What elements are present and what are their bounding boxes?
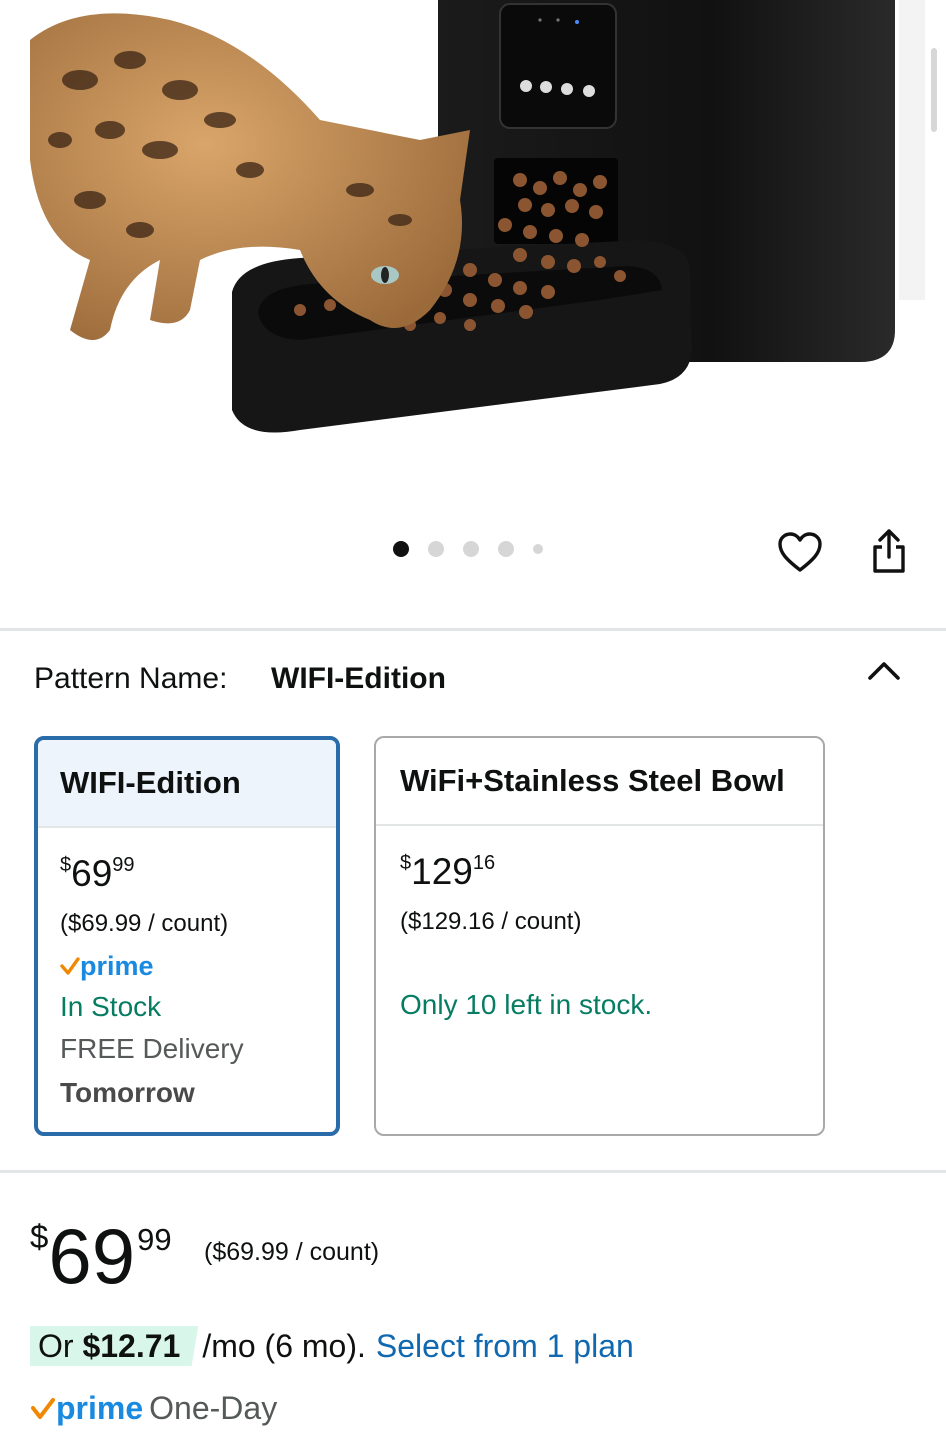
chevron-up-icon[interactable]: [866, 656, 902, 686]
monthly-amount-highlight: Or $12.71: [30, 1326, 199, 1366]
heart-icon[interactable]: [776, 528, 824, 576]
product-image[interactable]: [0, 0, 946, 520]
prime-one-day: prime One-Day: [30, 1386, 277, 1430]
option-title: WIFI-Edition: [38, 740, 336, 828]
carousel-dot-2[interactable]: [428, 541, 444, 557]
carousel-dot-5[interactable]: [533, 544, 543, 554]
prime-check-icon: [60, 957, 80, 975]
delivery-info: FREE Delivery: [60, 1033, 244, 1064]
carousel-dot-1[interactable]: [393, 541, 409, 557]
delivery-day: Tomorrow: [60, 1077, 195, 1108]
option-price: $69 99: [60, 853, 135, 894]
scrollbar[interactable]: [931, 48, 937, 132]
prime-badge: prime: [60, 946, 336, 986]
pattern-name-value: WIFI-Edition: [271, 662, 446, 695]
financing-term: /mo (6 mo).: [202, 1327, 366, 1364]
pattern-name-label: Pattern Name:: [34, 662, 228, 695]
option-card-wifi-edition[interactable]: WIFI-Edition $69 99 ($69.99 / count) prim…: [34, 736, 340, 1136]
stock-status: In Stock: [60, 991, 162, 1022]
option-unit-price: ($69.99 / count): [60, 910, 229, 937]
section-divider: [0, 628, 946, 631]
financing-offer: Or $12.71 /mo (6 mo). Select from 1 plan: [30, 1326, 634, 1366]
option-title: WiFi+Stainless Steel Bowl: [376, 738, 823, 826]
main-unit-price: ($69.99 / count): [204, 1238, 380, 1266]
stock-status: Only 10 left in stock.: [400, 989, 653, 1020]
option-unit-price: ($129.16 / count): [400, 908, 582, 935]
main-price: $69 99: [30, 1212, 172, 1300]
carousel-dot-4[interactable]: [498, 541, 514, 557]
share-icon[interactable]: [866, 526, 912, 576]
select-plan-link[interactable]: Select from 1 plan: [376, 1328, 634, 1365]
carousel-dot-3[interactable]: [463, 541, 479, 557]
option-card-wifi-steel-bowl[interactable]: WiFi+Stainless Steel Bowl $129 16 ($129.1…: [374, 736, 825, 1136]
prime-check-icon: [31, 1398, 55, 1419]
option-price: $129 16: [400, 851, 496, 892]
image-carousel-indicator: [393, 541, 562, 557]
section-divider: [0, 1170, 946, 1173]
